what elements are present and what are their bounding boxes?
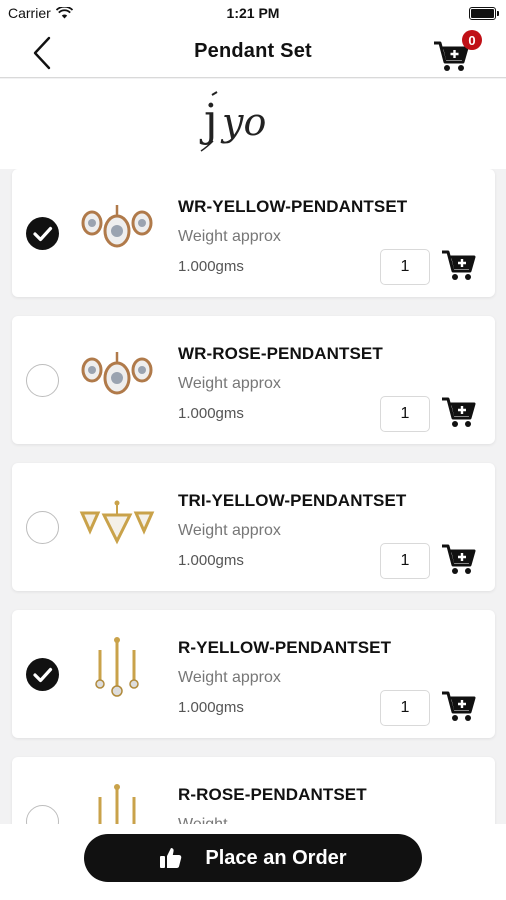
place-order-button[interactable]: Place an Order	[84, 834, 422, 882]
place-order-label: Place an Order	[205, 846, 347, 869]
product-image[interactable]	[74, 183, 160, 273]
weight-label: Weight approx	[178, 228, 281, 245]
weight-label: Weight approx	[178, 522, 281, 539]
weight-value: 1.000gms	[178, 258, 244, 275]
product-card[interactable]: WR-YELLOW-PENDANTSET Weight approx 1.000gm…	[12, 169, 495, 297]
status-time: 1:21 PM	[226, 5, 280, 21]
add-to-cart-button[interactable]	[440, 541, 478, 577]
product-card[interactable]: R-YELLOW-PENDANTSET Weight approx 1.000gms	[12, 610, 495, 738]
product-image[interactable]	[74, 330, 160, 420]
product-list[interactable]: WR-YELLOW-PENDANTSET Weight approx 1.000gm…	[0, 169, 506, 824]
checkmark-icon	[33, 667, 53, 683]
weight-label: Weight approx	[178, 375, 281, 392]
weight-value: 1.000gms	[178, 405, 244, 422]
product-name: R-ROSE-PENDANTSET	[178, 785, 367, 804]
add-to-cart-icon	[442, 250, 476, 280]
weight-label: Weight approx	[178, 669, 281, 686]
quantity-field[interactable]	[380, 249, 430, 285]
add-to-cart-button[interactable]	[440, 394, 478, 430]
product-name: WR-YELLOW-PENDANTSET	[178, 197, 408, 216]
product-card[interactable]: R-ROSE-PENDANTSET Weight	[12, 757, 495, 824]
svg-text:yo: yo	[220, 100, 266, 144]
add-to-cart-icon	[442, 544, 476, 574]
product-image[interactable]	[74, 771, 160, 824]
nav-bar: Pendant Set 0	[0, 28, 506, 78]
checkmark-icon	[33, 226, 53, 242]
svg-text:j: j	[199, 95, 218, 146]
product-name: TRI-YELLOW-PENDANTSET	[178, 491, 407, 510]
weight-label: Weight	[178, 816, 228, 824]
select-checkbox[interactable]	[26, 658, 59, 691]
weight-value: 1.000gms	[178, 699, 244, 716]
add-to-cart-button[interactable]	[440, 688, 478, 724]
select-checkbox[interactable]	[26, 217, 59, 250]
product-image[interactable]	[74, 477, 160, 567]
brand-logo: j yo	[199, 91, 266, 152]
quantity-field[interactable]	[380, 396, 430, 432]
brand-header: j yo	[0, 79, 506, 169]
quantity-field[interactable]	[380, 543, 430, 579]
quantity-field[interactable]	[380, 690, 430, 726]
battery-icon	[469, 7, 499, 20]
product-image[interactable]	[74, 624, 160, 714]
product-card[interactable]: WR-ROSE-PENDANTSET Weight approx 1.000gms	[12, 316, 495, 444]
product-card[interactable]: TRI-YELLOW-PENDANTSET Weight approx 1.000g…	[12, 463, 495, 591]
add-to-cart-icon	[442, 691, 476, 721]
thumbs-up-icon	[160, 848, 182, 868]
bottom-bar: Place an Order	[0, 824, 506, 900]
add-to-cart-icon	[442, 397, 476, 427]
add-to-cart-button[interactable]	[440, 247, 478, 283]
page-title: Pendant Set	[194, 40, 312, 62]
cart-button[interactable]: 0	[432, 30, 482, 72]
select-checkbox[interactable]	[26, 364, 59, 397]
weight-value: 1.000gms	[178, 552, 244, 569]
select-checkbox[interactable]	[26, 805, 59, 824]
select-checkbox[interactable]	[26, 511, 59, 544]
cart-count-badge: 0	[462, 30, 482, 50]
product-name: R-YELLOW-PENDANTSET	[178, 638, 392, 657]
product-name: WR-ROSE-PENDANTSET	[178, 344, 383, 363]
status-bar: Carrier 1:21 PM	[0, 0, 506, 28]
